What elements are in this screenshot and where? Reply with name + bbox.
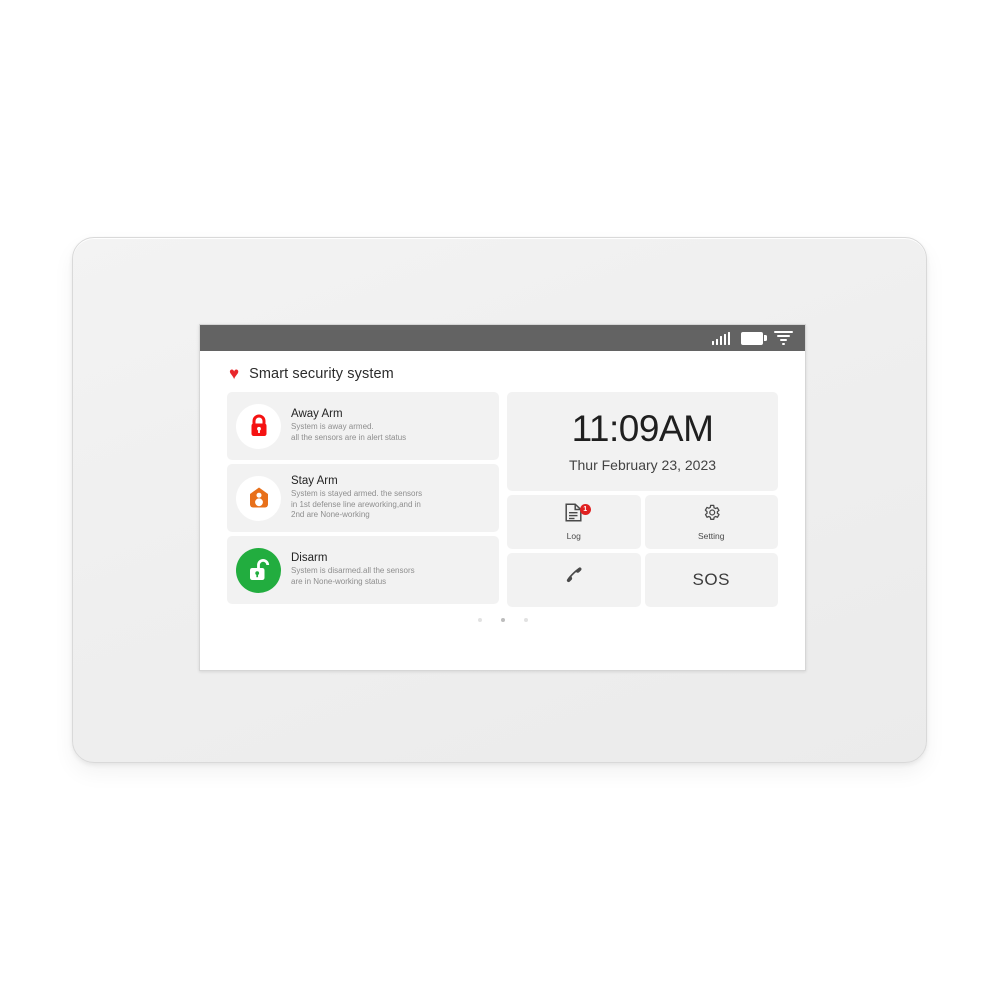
main-content: Away Arm System is away armed. all the s… — [200, 392, 805, 607]
mode-desc-line: are in None-working status — [291, 577, 387, 586]
page-dot-active[interactable] — [500, 618, 505, 622]
mode-desc-line: 2nd are None-working — [291, 510, 370, 520]
log-badge: 1 — [579, 504, 591, 515]
lock-closed-icon — [236, 403, 281, 449]
mode-text-stay-arm: Stay Arm System is stayed armed. the sen… — [291, 475, 422, 521]
mode-desc-line: System is away armed. — [291, 422, 374, 432]
heart-icon: ♥ — [229, 364, 240, 383]
mode-description: System is disarmed.all the sensors are i… — [291, 566, 415, 587]
mode-title: Stay Arm — [291, 475, 338, 488]
page-dot[interactable] — [477, 618, 482, 622]
phone-handset-icon — [563, 565, 584, 591]
app-header: ♥ Smart security system — [200, 351, 805, 392]
sos-label: SOS — [692, 570, 730, 589]
mode-desc-line: in 1st defense line areworking,and in — [291, 499, 421, 509]
mode-desc-line: System is stayed armed. the sensors — [291, 489, 423, 499]
mode-row-stay-arm[interactable]: Stay Arm System is stayed armed. the sen… — [227, 464, 499, 532]
wifi-icon — [774, 330, 793, 346]
tile-row-top: 1 Log Setting — [507, 495, 778, 549]
setting-label: Setting — [698, 531, 725, 541]
right-panel: 11:09AM Thur February 23, 2023 1 Log Set… — [507, 392, 778, 607]
mode-text-disarm: Disarm System is disarmed.all the sensor… — [291, 552, 415, 587]
tile-row-bottom: SOS — [507, 553, 778, 607]
screenshot-canvas: ♥ Smart security system Away Arm System … — [0, 0, 1000, 1000]
clock-time: 11:09AM — [571, 408, 714, 449]
mode-text-away-arm: Away Arm System is away armed. all the s… — [291, 408, 406, 443]
mode-desc-line: all the sensors are in alert status — [291, 433, 407, 442]
mode-row-disarm[interactable]: Disarm System is disarmed.all the sensor… — [227, 536, 499, 604]
mode-description: System is stayed armed. the sensors in 1… — [291, 489, 422, 521]
mode-description: System is away armed. all the sensors ar… — [291, 422, 406, 443]
mode-title: Away Arm — [291, 408, 343, 421]
page-indicator[interactable] — [200, 607, 805, 622]
touchscreen-display: ♥ Smart security system Away Arm System … — [199, 324, 806, 671]
mode-row-away-arm[interactable]: Away Arm System is away armed. all the s… — [227, 392, 499, 460]
arm-mode-list: Away Arm System is away armed. all the s… — [227, 392, 499, 607]
sos-button[interactable]: SOS — [644, 553, 778, 607]
gear-icon — [702, 503, 721, 527]
status-bar — [200, 325, 805, 351]
call-button[interactable] — [507, 553, 641, 607]
log-button[interactable]: 1 Log — [507, 495, 641, 549]
clock-date: Thur February 23, 2023 — [568, 457, 717, 473]
mode-title: Disarm — [291, 552, 328, 565]
mode-desc-line: System is disarmed.all the sensors — [291, 566, 415, 576]
lock-open-icon — [236, 547, 281, 593]
log-label: Log — [566, 531, 581, 541]
battery-icon — [741, 331, 767, 345]
clock-card: 11:09AM Thur February 23, 2023 — [507, 392, 778, 491]
page-dot[interactable] — [523, 618, 528, 622]
setting-button[interactable]: Setting — [644, 495, 778, 549]
page-title: Smart security system — [249, 365, 394, 382]
signal-bars-icon — [711, 331, 730, 345]
home-person-icon — [236, 475, 281, 521]
